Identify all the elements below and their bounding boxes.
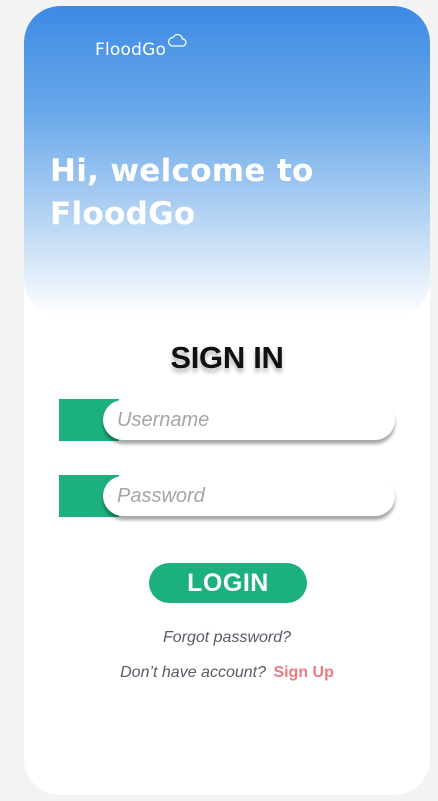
signup-link[interactable]: Sign Up <box>273 664 333 681</box>
header-banner: FloodGo Hi, welcome to FloodGo <box>24 6 430 316</box>
username-input[interactable] <box>103 400 395 440</box>
signup-row: Don’t have account? Sign Up <box>24 664 430 682</box>
password-input[interactable] <box>103 476 395 516</box>
cloud-icon <box>168 33 187 47</box>
signup-prompt: Don’t have account? <box>120 664 266 681</box>
login-button[interactable]: LOGIN <box>149 563 307 603</box>
app-screen: FloodGo Hi, welcome to FloodGo SIGN IN L… <box>24 6 430 795</box>
welcome-line-2: FloodGo <box>50 196 196 232</box>
brand-name: FloodGo <box>95 40 167 60</box>
brand-logo: FloodGo <box>95 33 187 60</box>
page-title: SIGN IN <box>170 340 284 375</box>
welcome-line-1: Hi, welcome to <box>50 153 314 189</box>
forgot-password-link[interactable]: Forgot password? <box>24 629 430 647</box>
welcome-heading: Hi, welcome to FloodGo <box>50 150 410 236</box>
